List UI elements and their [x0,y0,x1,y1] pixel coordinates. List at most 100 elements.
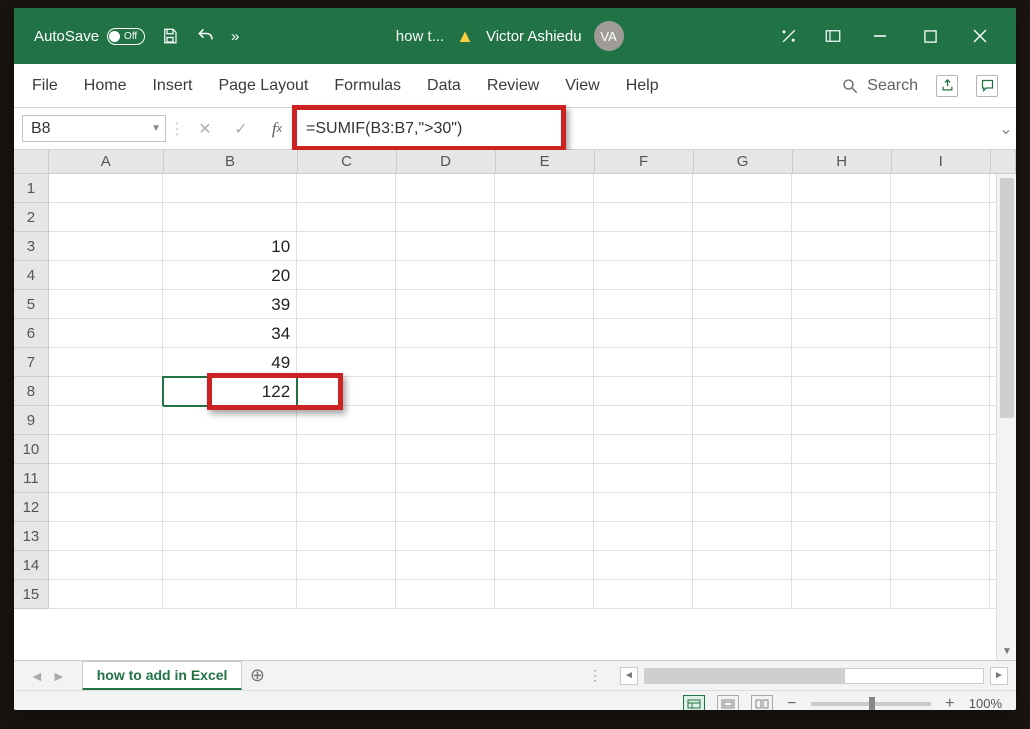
cell-F5[interactable] [594,290,693,319]
cell-I4[interactable] [891,261,990,290]
zoom-slider[interactable] [811,702,931,706]
cell-C11[interactable] [297,464,396,493]
warning-icon[interactable]: ▲ [456,26,474,47]
cell-D6[interactable] [396,319,495,348]
row-header-14[interactable]: 14 [14,551,49,580]
cell-F10[interactable] [594,435,693,464]
cell-E15[interactable] [495,580,594,609]
row-header-13[interactable]: 13 [14,522,49,551]
cell-E1[interactable] [495,174,594,203]
cell-G15[interactable] [693,580,792,609]
cell-B5[interactable]: 39 [163,290,297,319]
cell-D11[interactable] [396,464,495,493]
cell-D1[interactable] [396,174,495,203]
row-header-9[interactable]: 9 [14,406,49,435]
share-icon[interactable] [936,75,958,97]
cell-G4[interactable] [693,261,792,290]
cell-I15[interactable] [891,580,990,609]
cell-F13[interactable] [594,522,693,551]
cell-I14[interactable] [891,551,990,580]
scroll-thumb[interactable] [1000,178,1014,418]
maximize-button[interactable] [916,22,944,50]
cell-A7[interactable] [49,348,164,377]
cell-G5[interactable] [693,290,792,319]
next-sheet-icon[interactable]: ► [52,668,66,684]
cell-B2[interactable] [163,203,297,232]
cell-F12[interactable] [594,493,693,522]
expand-formula-bar-icon[interactable]: ⌄ [996,108,1016,149]
cell-C13[interactable] [297,522,396,551]
cell-A13[interactable] [49,522,164,551]
cell-E5[interactable] [495,290,594,319]
cell-G10[interactable] [693,435,792,464]
zoom-value[interactable]: 100% [969,696,1002,710]
cell-B6[interactable]: 34 [163,319,297,348]
cell-G12[interactable] [693,493,792,522]
tab-overflow-icon[interactable]: ⋮ [578,667,614,684]
cell-G14[interactable] [693,551,792,580]
cell-D13[interactable] [396,522,495,551]
cell-H9[interactable] [792,406,891,435]
hscroll-left-icon[interactable]: ◄ [620,667,638,685]
prev-sheet-icon[interactable]: ◄ [30,668,44,684]
col-header-A[interactable]: A [49,150,164,173]
col-header-H[interactable]: H [793,150,892,173]
tab-file[interactable]: File [32,77,58,95]
cell-D14[interactable] [396,551,495,580]
cell-H3[interactable] [792,232,891,261]
sheet-tab-active[interactable]: how to add in Excel [82,661,243,690]
row-header-7[interactable]: 7 [14,348,49,377]
cell-E9[interactable] [495,406,594,435]
cell-F15[interactable] [594,580,693,609]
cell-D7[interactable] [396,348,495,377]
cell-B12[interactable] [163,493,297,522]
cell-G8[interactable] [693,377,792,406]
cell-C7[interactable] [297,348,396,377]
cell-D2[interactable] [396,203,495,232]
formula-input[interactable] [298,115,988,143]
tab-home[interactable]: Home [84,77,127,95]
cancel-formula-icon[interactable]: ✕ [190,116,220,142]
cell-I2[interactable] [891,203,990,232]
row-header-15[interactable]: 15 [14,580,49,609]
cell-F11[interactable] [594,464,693,493]
cell-E8[interactable] [495,377,594,406]
cell-G13[interactable] [693,522,792,551]
cell-C6[interactable] [297,319,396,348]
cell-C1[interactable] [297,174,396,203]
cell-H6[interactable] [792,319,891,348]
zoom-thumb[interactable] [869,697,875,711]
cell-G1[interactable] [693,174,792,203]
row-header-10[interactable]: 10 [14,435,49,464]
cell-I10[interactable] [891,435,990,464]
vertical-scrollbar[interactable]: ▲ ▼ [996,174,1016,660]
cell-F1[interactable] [594,174,693,203]
cell-B13[interactable] [163,522,297,551]
cell-A11[interactable] [49,464,164,493]
cell-A5[interactable] [49,290,164,319]
cell-C10[interactable] [297,435,396,464]
row-header-2[interactable]: 2 [14,203,49,232]
cell-I13[interactable] [891,522,990,551]
cell-F3[interactable] [594,232,693,261]
cell-C2[interactable] [297,203,396,232]
tab-insert[interactable]: Insert [152,77,192,95]
cell-C9[interactable] [297,406,396,435]
cell-H12[interactable] [792,493,891,522]
enter-formula-icon[interactable]: ✓ [226,116,256,142]
row-header-1[interactable]: 1 [14,174,49,203]
cell-E12[interactable] [495,493,594,522]
cell-I9[interactable] [891,406,990,435]
cell-A9[interactable] [49,406,164,435]
cell-H8[interactable] [792,377,891,406]
cell-F14[interactable] [594,551,693,580]
cell-H11[interactable] [792,464,891,493]
cell-E10[interactable] [495,435,594,464]
cell-C4[interactable] [297,261,396,290]
cell-B15[interactable] [163,580,297,609]
cell-D4[interactable] [396,261,495,290]
col-header-F[interactable]: F [595,150,694,173]
cell-F7[interactable] [594,348,693,377]
cell-G7[interactable] [693,348,792,377]
page-break-view-button[interactable] [751,695,773,711]
